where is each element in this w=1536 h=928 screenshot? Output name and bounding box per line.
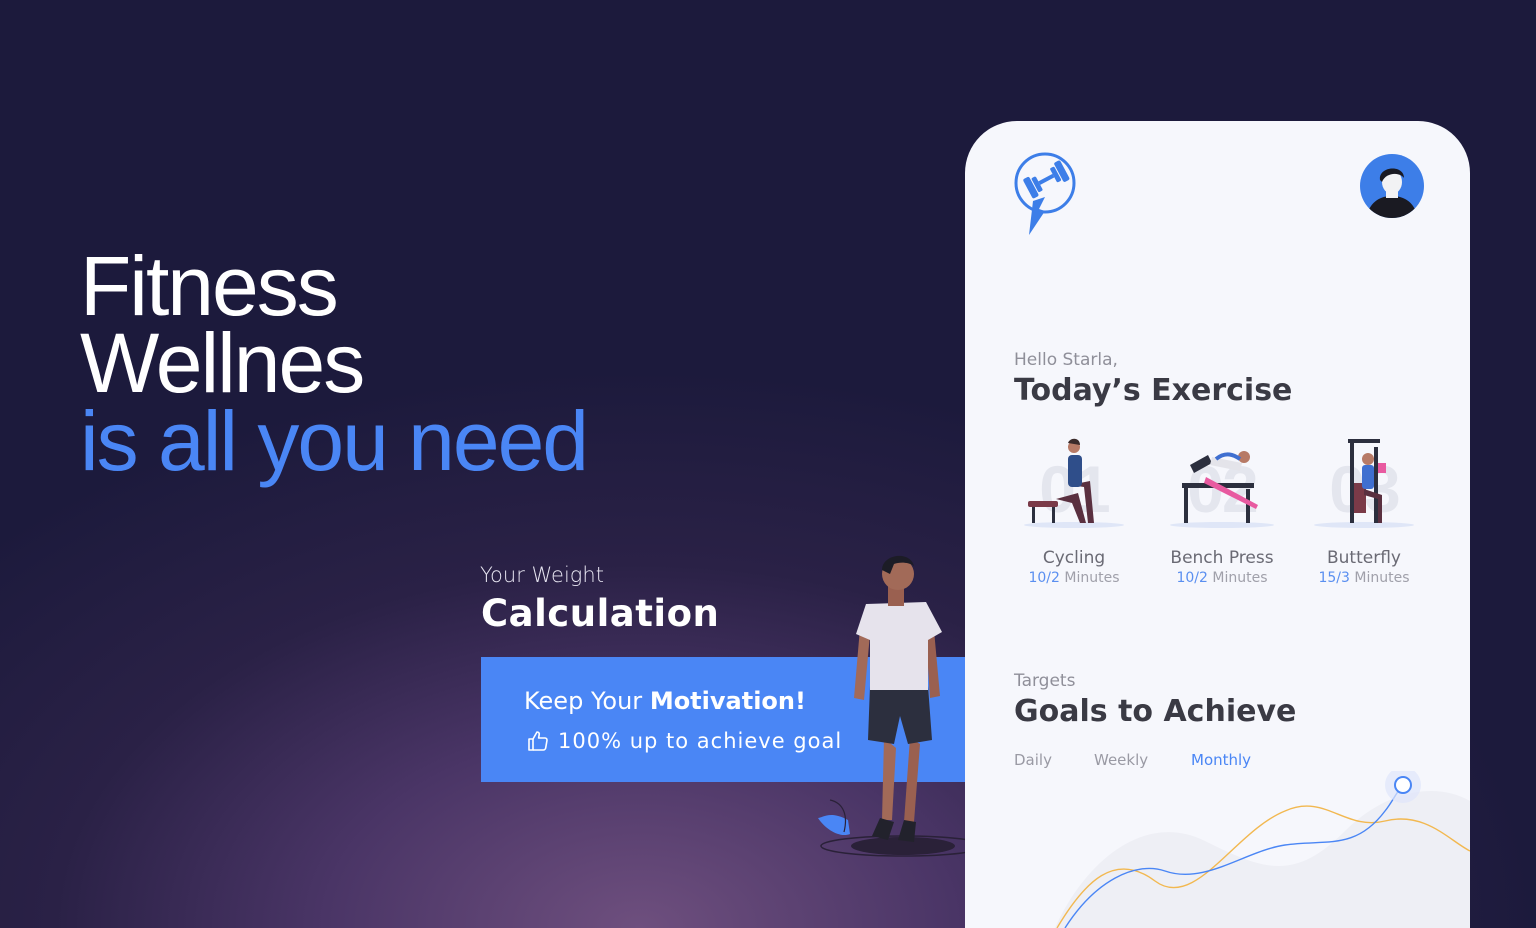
exercise-name: Bench Press bbox=[1170, 548, 1274, 568]
exercise-name: Butterfly bbox=[1327, 548, 1401, 568]
goals-line-chart bbox=[1055, 771, 1470, 928]
goals-title: Goals to Achieve bbox=[1014, 694, 1297, 729]
exercise-card-butterfly[interactable]: 03 Butterfly 15/3 Minutes bbox=[1304, 433, 1424, 586]
tab-monthly[interactable]: Monthly bbox=[1191, 751, 1251, 769]
exercise-duration: 10/2 Minutes bbox=[1014, 570, 1134, 586]
user-avatar-icon[interactable] bbox=[1360, 154, 1424, 218]
tab-weekly[interactable]: Weekly bbox=[1094, 751, 1148, 769]
todays-exercise-title: Today’s Exercise bbox=[1014, 373, 1293, 408]
hero-line-fitness: Fitness bbox=[80, 239, 339, 333]
exercise-card-bench-press[interactable]: 02 Bench Press 10/2 Minutes bbox=[1162, 433, 1282, 586]
person-illustration bbox=[818, 555, 986, 857]
targets-label: Targets bbox=[1014, 671, 1076, 691]
exercise-duration-unit: Minutes bbox=[1212, 570, 1268, 586]
phone-app-screen: Hello Starla, Today’s Exercise 01 Cyclin… bbox=[965, 121, 1470, 928]
hero-line-wellnes: Wellnes bbox=[80, 316, 365, 411]
exercise-duration-unit: Minutes bbox=[1354, 570, 1410, 586]
exercise-duration-value: 15/3 bbox=[1318, 570, 1350, 586]
hero-headline: Fitness Wellnes is all you need bbox=[80, 239, 589, 488]
bench-press-figure-icon bbox=[1170, 451, 1274, 528]
exercise-name: Cycling bbox=[1042, 548, 1106, 568]
dumbbell-bolt-logo-icon[interactable] bbox=[1011, 151, 1081, 235]
thumbs-up-icon bbox=[528, 731, 548, 751]
exercise-duration-unit: Minutes bbox=[1064, 570, 1120, 586]
exercise-illustration: 03 bbox=[1304, 433, 1424, 529]
hero-line-tagline: is all you need bbox=[80, 393, 589, 488]
cycling-figure-icon bbox=[1024, 438, 1124, 528]
avatar bbox=[1366, 168, 1418, 218]
exercise-illustration: 01 bbox=[1014, 433, 1134, 529]
goal-line: 100% up to achieve goal bbox=[526, 729, 842, 753]
exercise-duration-value: 10/2 bbox=[1028, 570, 1060, 586]
motivation-emphasis: Motivation! bbox=[649, 687, 806, 715]
exercise-duration: 15/3 Minutes bbox=[1304, 570, 1424, 586]
motivation-prefix: Keep Your bbox=[524, 687, 650, 715]
exercise-card-cycling[interactable]: 01 Cycling 10/2 Minutes bbox=[1014, 433, 1134, 586]
motivation-line: Keep Your Motivation! bbox=[524, 687, 806, 715]
butterfly-machine-figure-icon bbox=[1314, 439, 1414, 528]
exercise-duration: 10/2 Minutes bbox=[1162, 570, 1282, 586]
greeting-text: Hello Starla, bbox=[1014, 350, 1118, 370]
exercise-illustration: 02 bbox=[1162, 433, 1282, 529]
tab-daily[interactable]: Daily bbox=[1014, 751, 1052, 769]
weight-title[interactable]: Calculation bbox=[481, 592, 719, 635]
weight-label: Your Weight bbox=[480, 563, 604, 587]
exercise-duration-value: 10/2 bbox=[1176, 570, 1208, 586]
